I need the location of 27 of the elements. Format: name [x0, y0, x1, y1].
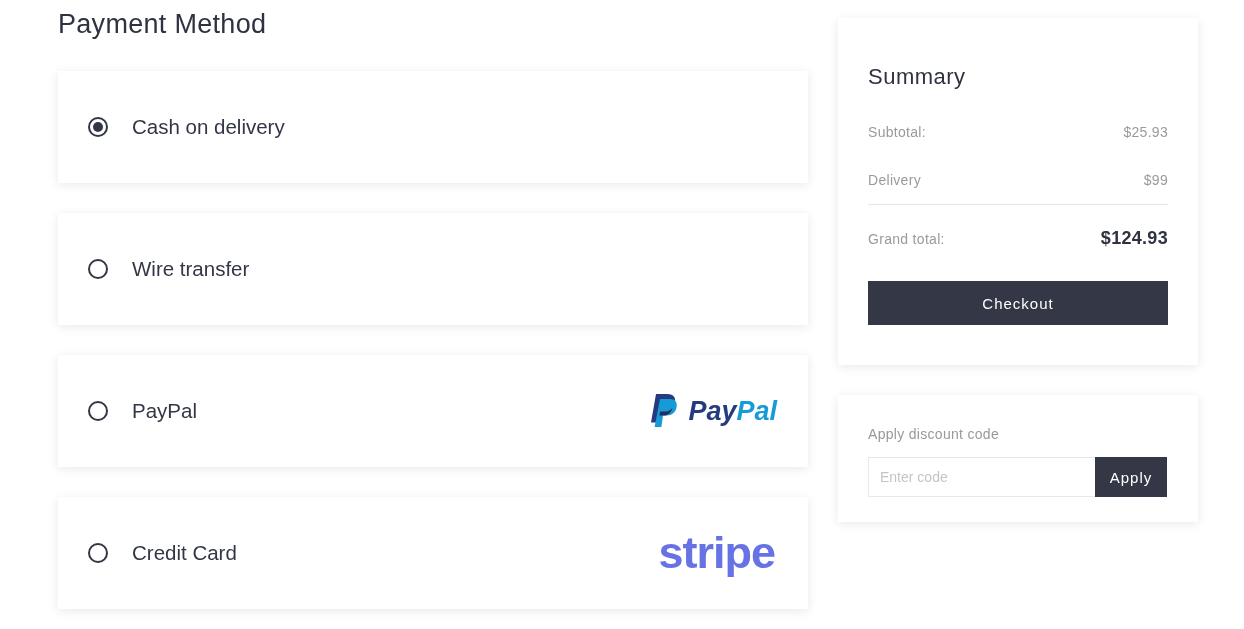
summary-label: Delivery	[868, 172, 921, 188]
summary-label: Subtotal:	[868, 124, 926, 140]
summary-label: Grand total:	[868, 230, 945, 247]
checkout-button[interactable]: Checkout	[868, 281, 1168, 325]
option-label: Wire transfer	[132, 257, 250, 281]
page-title: Payment Method	[58, 8, 267, 41]
radio-button[interactable]	[88, 401, 108, 421]
apply-button[interactable]: Apply	[1095, 457, 1167, 497]
radio-button[interactable]	[88, 259, 108, 279]
summary-value: $99	[1143, 172, 1168, 188]
option-label: Credit Card	[132, 541, 237, 565]
payment-option-card[interactable]: Cash on delivery	[58, 71, 808, 183]
monogram-icon	[650, 394, 679, 428]
option-label: PayPal	[132, 399, 197, 423]
summary-value: $25.93	[1123, 124, 1168, 140]
logo-wordmark: PayPal	[688, 396, 777, 426]
summary-title: Summary	[868, 63, 967, 91]
payment-option-card[interactable]: PayPal PayPal	[58, 355, 808, 467]
option-label: Cash on delivery	[132, 115, 285, 139]
radio-button[interactable]	[88, 117, 108, 137]
discount-label: Apply discount code	[868, 425, 1000, 443]
discount-code-field[interactable]: Enter code	[868, 457, 1095, 497]
payment-option-card[interactable]: Credit Card stripe	[58, 497, 808, 609]
logo-wordmark: stripe	[658, 528, 775, 578]
grand-total-value: $124.93	[1100, 228, 1168, 249]
payment-option-card[interactable]: Wire transfer	[58, 213, 808, 325]
radio-button[interactable]	[88, 543, 108, 563]
